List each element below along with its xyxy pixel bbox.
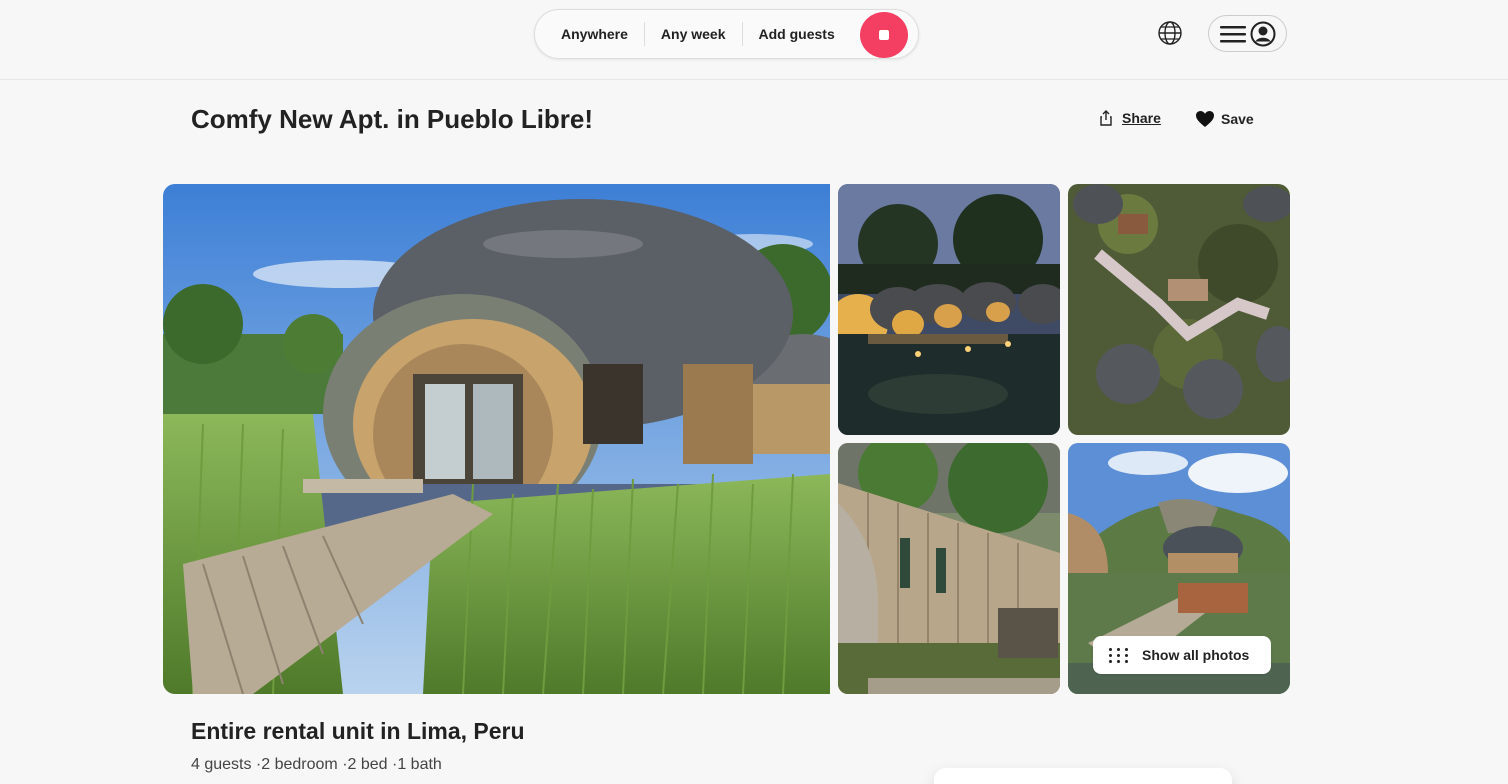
listing-photo-4[interactable] — [838, 443, 1060, 694]
search-who[interactable]: Add guests — [743, 22, 851, 46]
hamburger-menu-icon — [1219, 25, 1246, 42]
booking-card — [934, 768, 1232, 784]
listing-photo-2[interactable] — [838, 184, 1060, 435]
search-bar[interactable]: Anywhere Any week Add guests — [534, 9, 919, 59]
save-label: Save — [1221, 111, 1254, 127]
globe-icon[interactable] — [1157, 20, 1183, 46]
search-icon — [879, 30, 889, 40]
listing-photo-3[interactable] — [1068, 184, 1290, 435]
share-button[interactable]: Share — [1098, 110, 1161, 126]
main-listing-photo[interactable] — [163, 184, 830, 694]
listing-subtitle: Entire rental unit in Lima, Peru — [191, 718, 525, 744]
search-where[interactable]: Anywhere — [535, 22, 644, 46]
listing-details: 4 guests ·2 bedroom ·2 bed ·1 bath — [191, 756, 442, 773]
share-icon — [1100, 110, 1112, 126]
save-button[interactable]: Save — [1195, 110, 1254, 128]
listing-title: Comfy New Apt. in Pueblo Libre! — [191, 104, 594, 134]
user-menu-button[interactable] — [1208, 15, 1287, 52]
user-avatar-icon — [1250, 21, 1275, 46]
show-all-photos-label: Show all photos — [1142, 647, 1250, 663]
heart-icon — [1196, 111, 1214, 127]
search-when[interactable]: Any week — [645, 22, 742, 46]
share-label: Share — [1122, 110, 1161, 126]
search-button[interactable] — [860, 12, 908, 58]
grid-dots-icon — [1109, 647, 1128, 663]
show-all-photos-button[interactable]: Show all photos — [1093, 636, 1271, 674]
top-header: Anywhere Any week Add guests — [0, 0, 1508, 80]
